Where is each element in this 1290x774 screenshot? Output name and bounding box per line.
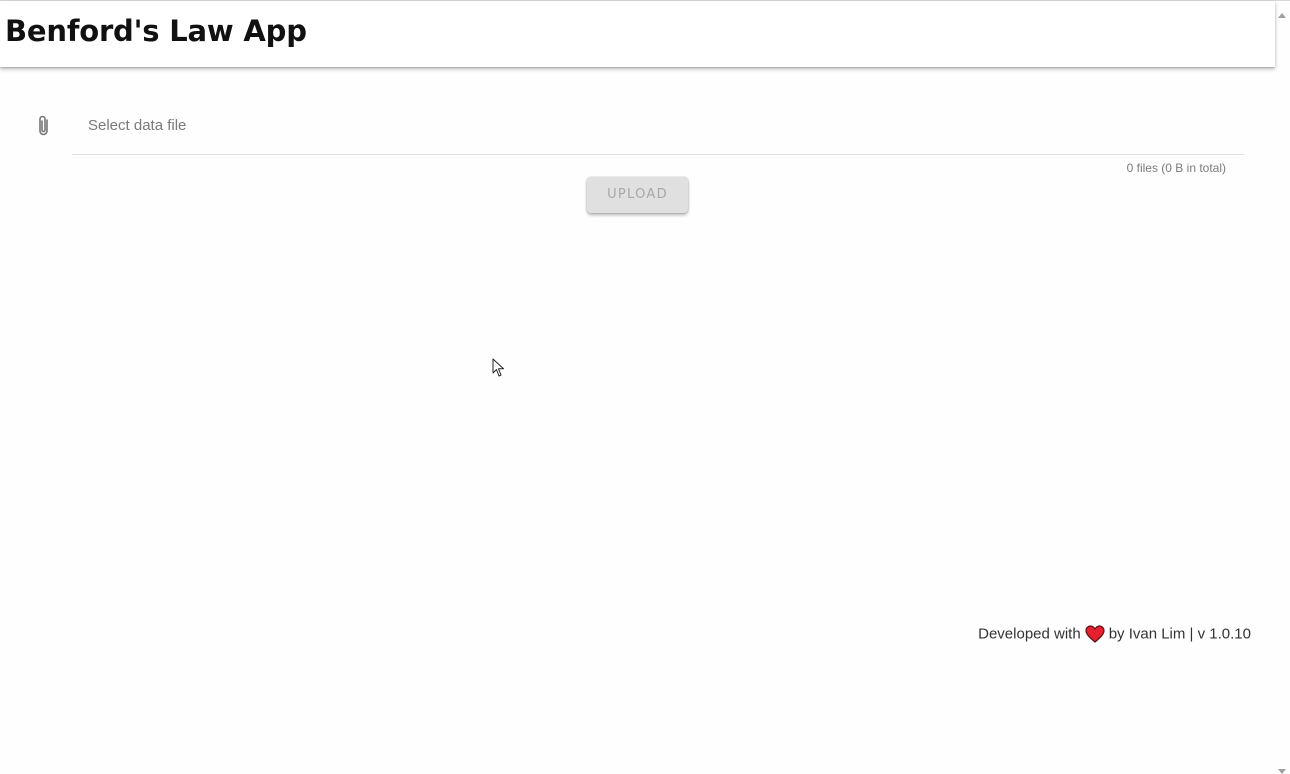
file-select-input[interactable]: Select data file bbox=[72, 101, 1244, 155]
file-input-field[interactable]: Select data file bbox=[32, 101, 1244, 155]
scroll-down-arrow-icon[interactable] bbox=[1278, 762, 1286, 774]
footer-suffix: by Ivan Lim | v 1.0.10 bbox=[1108, 625, 1251, 643]
app-page: Benford's Law App Select data file 0 fil… bbox=[0, 0, 1290, 774]
scroll-up-arrow-icon[interactable] bbox=[1278, 7, 1286, 18]
app-bar: Benford's Law App bbox=[0, 1, 1275, 67]
upload-button[interactable]: UPLOAD bbox=[587, 177, 688, 213]
footer-prefix: Developed with bbox=[978, 625, 1081, 643]
file-count-summary: 0 files (0 B in total) bbox=[1126, 161, 1226, 175]
mouse-cursor-icon bbox=[492, 358, 506, 378]
app-title: Benford's Law App bbox=[5, 14, 307, 48]
footer: Developed with by Ivan Lim | v 1.0.10 bbox=[978, 625, 1251, 643]
heart-icon bbox=[1085, 625, 1105, 643]
file-input-placeholder: Select data file bbox=[88, 117, 187, 134]
paperclip-icon[interactable] bbox=[32, 113, 56, 139]
